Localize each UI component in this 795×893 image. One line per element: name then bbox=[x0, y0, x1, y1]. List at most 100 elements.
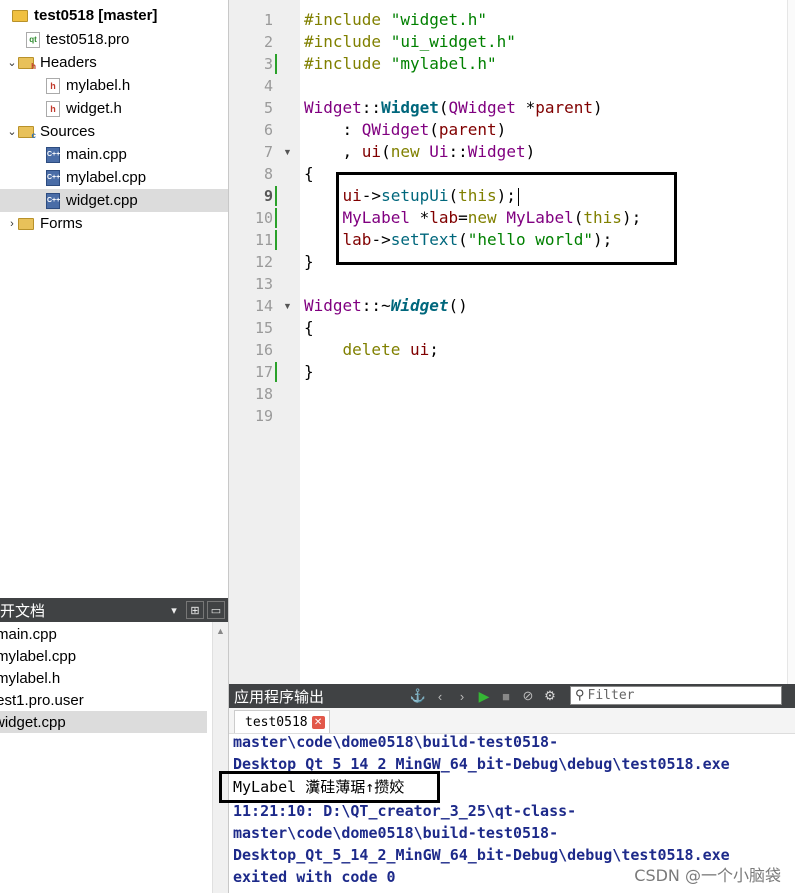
code-line[interactable]: } bbox=[304, 251, 314, 273]
folder-icon bbox=[18, 217, 34, 230]
change-marker bbox=[275, 230, 277, 250]
filter-placeholder: Filter bbox=[587, 688, 635, 703]
dropdown-icon[interactable]: ▾ bbox=[165, 601, 183, 619]
output-tab[interactable]: test0518 ✕ bbox=[234, 710, 330, 733]
output-line: 11:21:10: D:\QT_creator_3_25\qt-class- bbox=[233, 802, 577, 820]
open-doc-test1-pro-user[interactable]: test1.pro.user bbox=[0, 689, 199, 711]
scroll-up-icon[interactable]: ▲ bbox=[216, 626, 225, 636]
open-doc-label: mylabel.h bbox=[0, 669, 61, 687]
close-icon[interactable]: ✕ bbox=[311, 715, 325, 729]
tree-item-label: main.cpp bbox=[66, 146, 127, 163]
output-tab-label: test0518 bbox=[245, 714, 308, 730]
chevron-down-icon[interactable]: ⌄ bbox=[6, 56, 18, 69]
change-marker bbox=[275, 208, 277, 228]
open-doc-mylabel-cpp[interactable]: mylabel.cpp bbox=[0, 645, 203, 667]
open-doc-widget-cpp[interactable]: widget.cpp bbox=[0, 711, 207, 733]
watermark: CSDN @一个小脑袋 bbox=[634, 866, 781, 885]
open-documents-title: 打开文档 bbox=[0, 602, 46, 620]
change-marker bbox=[275, 54, 277, 74]
code-line[interactable]: } bbox=[304, 361, 314, 383]
folder-icon: c bbox=[18, 125, 36, 140]
output-title: 应用程序输出 bbox=[234, 688, 325, 706]
scrollbar[interactable]: ▲ bbox=[212, 622, 228, 893]
open-doc-mylabel-h[interactable]: mylabel.h bbox=[0, 667, 203, 689]
filter-input[interactable]: ⚲ Filter bbox=[570, 686, 782, 705]
line-number: 8 bbox=[263, 165, 273, 183]
cpp-file-icon: C++ bbox=[46, 169, 60, 186]
line-number: 10 bbox=[254, 209, 273, 227]
output-line: exited with code 0 bbox=[233, 868, 396, 886]
code-line[interactable]: { bbox=[304, 163, 314, 185]
fold-arrow-icon[interactable]: ▼ bbox=[283, 141, 292, 163]
output-line: master\code\dome0518\build-test0518- bbox=[233, 733, 559, 751]
header-file-icon: h bbox=[46, 77, 60, 94]
code-line[interactable]: { bbox=[304, 317, 314, 339]
open-doc-label: test1.pro.user bbox=[0, 691, 84, 709]
line-number: 16 bbox=[254, 341, 273, 359]
folder-icon: h bbox=[18, 56, 36, 71]
change-marker bbox=[275, 186, 277, 206]
tree-item-mylabel-h[interactable]: h mylabel.h bbox=[0, 74, 228, 97]
attach-icon[interactable]: ⚓ bbox=[407, 688, 429, 704]
tree-item-widget-cpp[interactable]: C++ widget.cpp bbox=[0, 189, 228, 212]
code-line[interactable]: , ui(new Ui::Widget) bbox=[304, 141, 536, 163]
line-number: 17 bbox=[254, 363, 273, 381]
code-line[interactable]: delete ui; bbox=[304, 339, 439, 361]
line-number-gutter: 1 2 3 4 5 6 7 8 9 10 11 12 13 14 15 16 1… bbox=[229, 0, 300, 684]
open-doc-label: main.cpp bbox=[0, 625, 57, 643]
code-line[interactable]: Widget::Widget(QWidget *parent) bbox=[304, 97, 603, 119]
tree-item-widget-h[interactable]: h widget.h bbox=[0, 97, 228, 120]
tree-item-label: test0518 [master] bbox=[34, 7, 158, 24]
tree-item-label: Headers bbox=[40, 54, 97, 71]
tree-item-main-cpp[interactable]: C++ main.cpp bbox=[0, 143, 228, 166]
open-doc-label: mylabel.cpp bbox=[0, 647, 77, 665]
code-editor[interactable]: 1 2 3 4 5 6 7 8 9 10 11 12 13 14 15 16 1… bbox=[229, 0, 795, 684]
annotation-box bbox=[219, 771, 440, 803]
tree-item-sources[interactable]: ⌄ c Sources bbox=[0, 120, 228, 143]
header-file-icon: h bbox=[46, 100, 60, 117]
line-number: 13 bbox=[254, 275, 273, 293]
next-icon[interactable]: › bbox=[451, 689, 473, 704]
chevron-right-icon[interactable]: › bbox=[6, 218, 18, 230]
stop-icon[interactable]: ■ bbox=[495, 689, 517, 704]
code-line[interactable]: #include "widget.h" bbox=[304, 9, 487, 31]
tree-item-mylabel-cpp[interactable]: C++ mylabel.cpp bbox=[0, 166, 228, 189]
fold-arrow-icon[interactable]: ▼ bbox=[283, 295, 292, 317]
tree-item-headers[interactable]: ⌄ h Headers bbox=[0, 51, 228, 74]
tree-item-label: Forms bbox=[40, 215, 83, 232]
cpp-file-icon: C++ bbox=[46, 146, 60, 163]
output-line: master\code\dome0518\build-test0518- bbox=[233, 824, 559, 842]
search-icon: ⚲ bbox=[575, 688, 585, 703]
open-documents-pane: 打开文档 ▾ ⊞ ▭ main.cpp mylabel.cpp mylabel.… bbox=[0, 598, 229, 893]
open-doc-main-cpp[interactable]: main.cpp bbox=[0, 623, 203, 645]
tree-item-label: mylabel.cpp bbox=[66, 169, 147, 186]
line-number: 6 bbox=[263, 121, 273, 139]
code-line[interactable]: #include "ui_widget.h" bbox=[304, 31, 516, 53]
output-toolbar: 应用程序输出 ⚓ ‹ › ▶ ■ ⊘ ⚙ ⚲ Filter bbox=[229, 684, 795, 708]
split-icon[interactable]: ⊞ bbox=[186, 601, 204, 619]
code-line[interactable]: Widget::~Widget() bbox=[304, 295, 468, 317]
gear-icon[interactable]: ⚙ bbox=[539, 688, 561, 704]
line-number-current: 9 bbox=[263, 187, 273, 205]
editor-scrollbar[interactable] bbox=[787, 0, 795, 684]
line-number: 11 bbox=[254, 231, 273, 249]
line-number: 14 bbox=[254, 297, 273, 315]
cpp-file-icon: C++ bbox=[46, 192, 60, 209]
chevron-down-icon[interactable]: ⌄ bbox=[6, 125, 18, 138]
run-icon[interactable]: ▶ bbox=[473, 688, 495, 705]
pro-file-icon: qt bbox=[26, 31, 40, 48]
code-line[interactable]: : QWidget(parent) bbox=[304, 119, 507, 141]
tree-item-project[interactable]: test0518 [master] bbox=[0, 4, 228, 27]
tree-item-pro-file[interactable]: qt test0518.pro bbox=[0, 28, 228, 51]
tree-item-label: widget.h bbox=[66, 100, 122, 117]
prev-icon[interactable]: ‹ bbox=[429, 689, 451, 704]
open-documents-header: 打开文档 ▾ ⊞ ▭ bbox=[0, 598, 228, 622]
tree-item-forms[interactable]: › Forms bbox=[0, 212, 228, 235]
open-doc-label: widget.cpp bbox=[0, 713, 66, 731]
line-number: 12 bbox=[254, 253, 273, 271]
code-line[interactable]: #include "mylabel.h" bbox=[304, 53, 497, 75]
close-pane-icon[interactable]: ▭ bbox=[207, 601, 225, 619]
project-tree: test0518 [master] qt test0518.pro ⌄ h He… bbox=[0, 0, 229, 598]
line-number: 3 bbox=[263, 55, 273, 73]
clear-icon[interactable]: ⊘ bbox=[517, 688, 539, 704]
